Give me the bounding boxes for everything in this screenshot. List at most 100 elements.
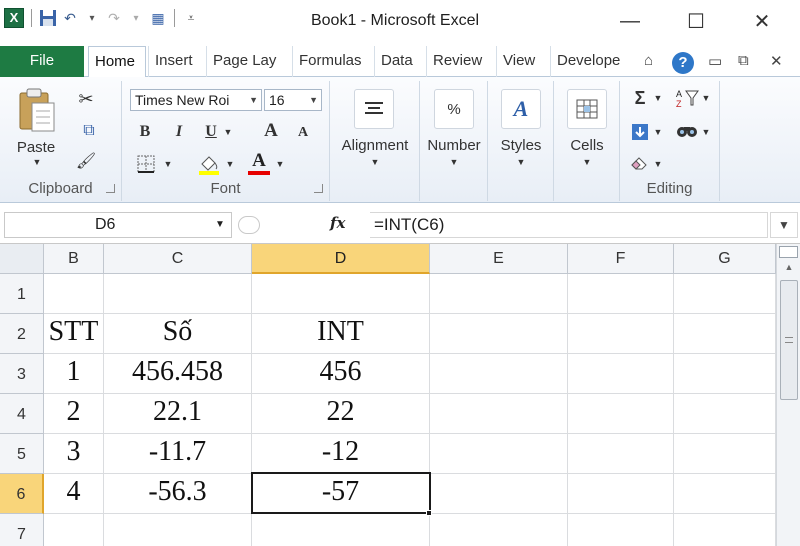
borders-icon[interactable] [134, 153, 158, 175]
styles-icon[interactable]: A [501, 89, 541, 129]
tab-page-layout[interactable]: Page Lay [206, 46, 290, 77]
cell-e5[interactable] [430, 434, 568, 474]
column-header-g[interactable]: G [674, 244, 776, 274]
cell-b7[interactable] [44, 514, 104, 546]
cell-e1[interactable] [430, 274, 568, 314]
cell-b3[interactable]: 1 [44, 354, 104, 394]
column-header-f[interactable]: F [568, 244, 674, 274]
cell-c6[interactable]: -56.3 [104, 474, 252, 514]
styles-dropdown-icon[interactable]: ▼ [514, 157, 528, 167]
cell-d5[interactable]: -12 [252, 434, 430, 474]
paste-button[interactable]: Paste [8, 139, 64, 156]
tab-view[interactable]: View [496, 46, 548, 77]
alignment-button[interactable]: Alignment [330, 137, 420, 154]
maximize-button[interactable]: ☐ [676, 6, 716, 36]
insert-function-icon[interactable]: fx [330, 214, 345, 232]
row-header-5[interactable]: 5 [0, 434, 44, 474]
clear-icon[interactable] [630, 153, 650, 173]
find-select-icon[interactable] [674, 119, 700, 143]
expand-formula-bar-icon[interactable]: ▼ [770, 212, 798, 238]
percent-icon[interactable]: % [434, 89, 474, 129]
bold-button[interactable]: B [134, 121, 156, 143]
cell-e4[interactable] [430, 394, 568, 434]
tab-file[interactable]: File [0, 46, 84, 77]
cell-d1[interactable] [252, 274, 430, 314]
paste-icon[interactable] [14, 85, 58, 135]
cell-b6[interactable]: 4 [44, 474, 104, 514]
tab-data[interactable]: Data [374, 46, 424, 77]
cell-g5[interactable] [674, 434, 776, 474]
tab-insert[interactable]: Insert [148, 46, 204, 77]
fill-color-icon[interactable] [196, 151, 222, 177]
tab-review[interactable]: Review [426, 46, 494, 77]
cell-c5[interactable]: -11.7 [104, 434, 252, 474]
cell-e7[interactable] [430, 514, 568, 546]
shrink-font-button[interactable]: A [292, 123, 314, 143]
tab-formulas[interactable]: Formulas [292, 46, 372, 77]
minimize-button[interactable]: — [610, 6, 650, 36]
sort-filter-dropdown-icon[interactable]: ▼ [700, 89, 712, 107]
tab-developer[interactable]: Develope [550, 46, 630, 77]
cell-g3[interactable] [674, 354, 776, 394]
cells-icon[interactable] [567, 89, 607, 129]
cell-c3[interactable]: 456.458 [104, 354, 252, 394]
column-header-d[interactable]: D [252, 244, 430, 274]
styles-button[interactable]: Styles [488, 137, 554, 154]
font-size-select[interactable]: 16 ▼ [264, 89, 322, 111]
autosum-dropdown-icon[interactable]: ▼ [652, 89, 664, 107]
vertical-scrollbar[interactable]: ▲ [776, 244, 800, 546]
tab-home[interactable]: Home [88, 46, 146, 78]
help-icon[interactable]: ? [672, 52, 694, 74]
cell-b1[interactable] [44, 274, 104, 314]
paste-dropdown-icon[interactable]: ▼ [30, 157, 44, 167]
fill-icon[interactable] [630, 121, 650, 143]
fill-handle[interactable] [426, 510, 432, 516]
sort-filter-icon[interactable]: AZ [674, 87, 700, 109]
minimize-ribbon-icon[interactable]: ⌂ [644, 52, 653, 69]
cell-c2[interactable]: Số [104, 314, 252, 354]
splitter-icon[interactable] [238, 216, 260, 234]
cell-f5[interactable] [568, 434, 674, 474]
fill-color-dropdown-icon[interactable]: ▼ [224, 155, 236, 173]
underline-dropdown-icon[interactable]: ▼ [222, 123, 234, 141]
number-button[interactable]: Number [420, 137, 488, 154]
cell-c4[interactable]: 22.1 [104, 394, 252, 434]
fill-dropdown-icon[interactable]: ▼ [652, 123, 664, 141]
cell-g1[interactable] [674, 274, 776, 314]
column-header-b[interactable]: B [44, 244, 104, 274]
cell-g4[interactable] [674, 394, 776, 434]
cell-c1[interactable] [104, 274, 252, 314]
cell-b4[interactable]: 2 [44, 394, 104, 434]
cell-e3[interactable] [430, 354, 568, 394]
cell-f2[interactable] [568, 314, 674, 354]
cell-f6[interactable] [568, 474, 674, 514]
cell-f7[interactable] [568, 514, 674, 546]
scrollbar-thumb[interactable] [780, 280, 798, 400]
number-dropdown-icon[interactable]: ▼ [447, 157, 461, 167]
workbook-minimize-icon[interactable]: ▭ [708, 52, 722, 70]
cell-g6[interactable] [674, 474, 776, 514]
cells-button[interactable]: Cells [554, 137, 620, 154]
cell-g2[interactable] [674, 314, 776, 354]
workbook-restore-icon[interactable]: ⧉ [738, 52, 749, 69]
column-header-e[interactable]: E [430, 244, 568, 274]
cell-g7[interactable] [674, 514, 776, 546]
workbook-close-icon[interactable]: ✕ [770, 52, 783, 70]
scroll-up-icon[interactable]: ▲ [780, 262, 798, 278]
find-select-dropdown-icon[interactable]: ▼ [700, 123, 712, 141]
name-box[interactable]: D6 ▼ [4, 212, 232, 238]
borders-dropdown-icon[interactable]: ▼ [162, 155, 174, 173]
copy-icon[interactable]: ⧉ [74, 119, 104, 143]
cell-f4[interactable] [568, 394, 674, 434]
row-header-1[interactable]: 1 [0, 274, 44, 314]
font-color-dropdown-icon[interactable]: ▼ [274, 155, 286, 173]
font-launcher-icon[interactable] [314, 184, 323, 193]
cell-b2[interactable]: STT [44, 314, 104, 354]
cell-e6[interactable] [430, 474, 568, 514]
column-header-c[interactable]: C [104, 244, 252, 274]
cell-d4[interactable]: 22 [252, 394, 430, 434]
cut-icon[interactable]: ✂ [74, 87, 98, 111]
row-header-3[interactable]: 3 [0, 354, 44, 394]
italic-button[interactable]: I [168, 121, 190, 143]
cell-f3[interactable] [568, 354, 674, 394]
